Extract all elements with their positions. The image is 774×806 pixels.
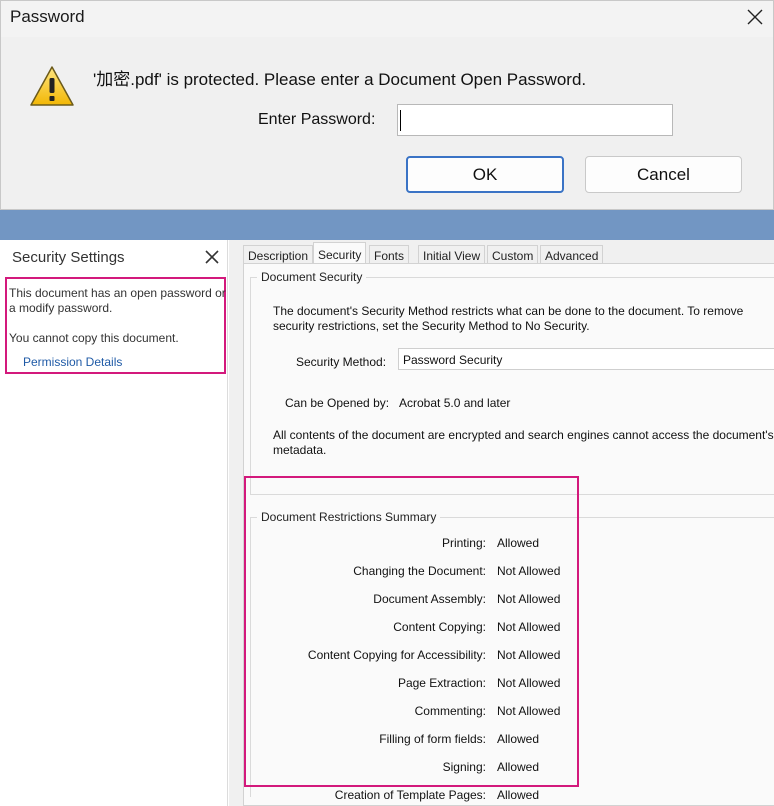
password-dialog: Password '加密.pdf' is protected. Please e…: [0, 0, 774, 210]
no-copy-note: You cannot copy this document.: [9, 331, 179, 345]
open-password-note: This document has an open password or a …: [9, 286, 226, 315]
dialog-titlebar: Password: [1, 1, 773, 37]
tab-custom[interactable]: Custom: [487, 245, 539, 265]
panel-title: Security Settings: [12, 249, 125, 266]
permission-details-link[interactable]: Permission Details: [23, 355, 122, 369]
password-label: Enter Password:: [258, 111, 376, 128]
document-security-group: Document Security The document's Securit…: [250, 270, 774, 495]
can-be-opened-value: Acrobat 5.0 and later: [399, 396, 511, 410]
tab-description[interactable]: Description: [243, 245, 314, 265]
close-icon[interactable]: [743, 5, 767, 29]
background-band: [0, 210, 774, 240]
close-icon[interactable]: [203, 248, 221, 266]
security-method-select[interactable]: Password Security: [398, 348, 774, 370]
restriction-label: Creation of Template Pages:: [334, 788, 486, 802]
restriction-value: Allowed: [497, 788, 540, 802]
security-method-label: Security Method:: [296, 355, 387, 369]
highlight-box: [244, 476, 579, 787]
group-legend: Document Security: [257, 270, 367, 284]
can-be-opened-label: Can be Opened by:: [285, 396, 390, 410]
tab-fonts[interactable]: Fonts: [369, 245, 410, 265]
dialog-message: '加密.pdf' is protected. Please enter a Do…: [93, 70, 587, 89]
ok-button[interactable]: OK: [406, 156, 564, 193]
warning-icon: [29, 65, 75, 107]
highlight-box: This document has an open password or a …: [5, 277, 226, 374]
encryption-note: All contents of the document are encrypt…: [273, 428, 774, 457]
security-settings-panel: Security Settings This document has an o…: [0, 240, 228, 806]
password-input[interactable]: [397, 104, 673, 136]
tab-initial-view[interactable]: Initial View: [418, 245, 486, 265]
dialog-title: Password: [10, 7, 85, 26]
tab-advanced[interactable]: Advanced: [540, 245, 604, 265]
security-description: The document's Security Method restricts…: [273, 304, 744, 333]
text-caret: [400, 110, 401, 131]
cancel-button[interactable]: Cancel: [585, 156, 742, 193]
tab-security[interactable]: Security: [313, 242, 367, 265]
